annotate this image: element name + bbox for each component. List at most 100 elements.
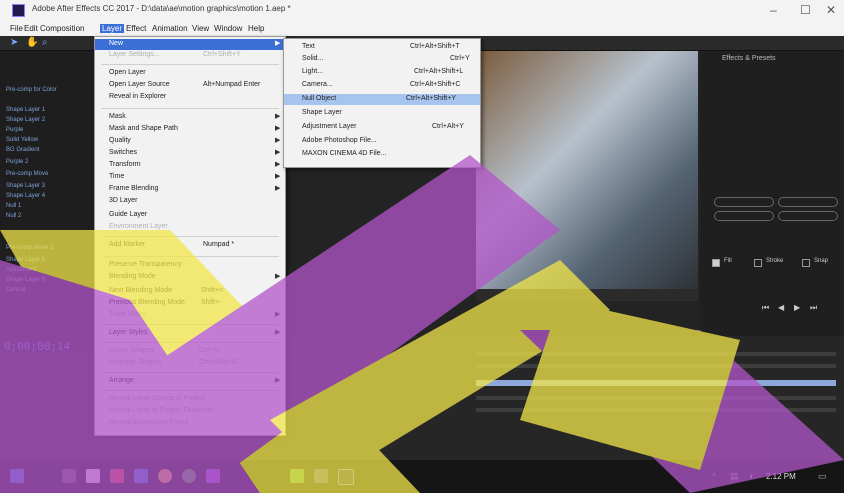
menu-item-mask-and-shape-path[interactable]: Mask and Shape Path ▶ [95, 124, 285, 135]
menu-item-new-light[interactable]: Light... Ctrl+Alt+Shift+L [284, 67, 480, 78]
menu-view[interactable]: View [190, 24, 211, 33]
minimize-button[interactable]: – [770, 3, 777, 17]
menu-window[interactable]: Window [212, 24, 244, 33]
menu-item-previous-blending-mode[interactable]: Previous Blending Mode Shift+- [95, 298, 285, 309]
menu-help[interactable]: Help [246, 24, 266, 33]
snap-checkbox[interactable] [802, 259, 810, 267]
menu-item-layer-styles[interactable]: Layer Styles ▶ [95, 328, 285, 339]
list-item[interactable]: Shape Layer 5 [6, 257, 45, 263]
menu-item-guide-layer[interactable]: Guide Layer [95, 210, 285, 221]
menu-item-new-solid[interactable]: Solid... Ctrl+Y [284, 54, 480, 65]
menu-item-new-adjustment-layer[interactable]: Adjustment Layer Ctrl+Alt+Y [284, 122, 480, 133]
file-explorer-icon[interactable] [86, 469, 100, 483]
work-area-bar[interactable] [476, 380, 836, 386]
timeline-track[interactable] [476, 352, 836, 356]
skip-back-icon[interactable]: ⏮ [762, 303, 769, 313]
timeline-track[interactable] [476, 364, 836, 368]
chrome-icon[interactable] [158, 469, 172, 483]
menu-layer[interactable]: Layer [100, 24, 125, 33]
list-item[interactable]: Shape Layer 3 [6, 183, 45, 189]
premiere-icon[interactable] [206, 469, 220, 483]
windows-start-icon[interactable] [10, 469, 24, 483]
taskbar-clock[interactable]: 2:12 PM [766, 472, 796, 481]
menu-item-arrange[interactable]: Arrange ▶ [95, 376, 285, 387]
menu-item-reveal-layer-source[interactable]: Reveal Layer Source in Project [95, 394, 285, 405]
timeline-track[interactable] [476, 408, 836, 412]
zoom-tool-icon[interactable]: ⌕ [42, 37, 48, 48]
menu-animation[interactable]: Animation [150, 24, 190, 33]
volume-icon[interactable]: ◖ [748, 471, 753, 481]
menu-item-mask[interactable]: Mask ▶ [95, 112, 285, 123]
menu-item-add-marker[interactable]: Add Marker Numpad * [95, 240, 285, 251]
preset-pill[interactable] [714, 197, 774, 207]
preset-pill[interactable] [778, 197, 838, 207]
list-item[interactable]: Pre-comp for Color [6, 87, 57, 93]
list-item[interactable]: Shape Layer 4 [6, 193, 45, 199]
list-item[interactable]: Pre-comp Move 2 [6, 245, 53, 251]
menu-item-new-shape-layer[interactable]: Shape Layer [284, 108, 480, 119]
menu-item-blending-mode[interactable]: Blending Mode ▶ [95, 272, 285, 283]
step-back-icon[interactable]: ◀ [778, 303, 784, 312]
list-item[interactable]: Null 1 [6, 203, 21, 209]
app-icon[interactable] [314, 469, 328, 483]
menu-item-reveal-expression-errors[interactable]: Reveal Expression Errors [95, 418, 285, 429]
chevron-up-icon[interactable]: ^ [712, 471, 716, 481]
menu-item-3d-layer[interactable]: 3D Layer [95, 196, 285, 207]
play-icon[interactable]: ▶ [794, 303, 800, 312]
hand-tool-icon[interactable]: ✋ [26, 37, 38, 48]
menu-item-environment-layer[interactable]: Environment Layer [95, 222, 285, 233]
menu-item-open-layer-source[interactable]: Open Layer Source Alt+Numpad Enter [95, 80, 285, 91]
preset-pill[interactable] [714, 211, 774, 221]
list-item[interactable]: Purple 2 [6, 159, 28, 165]
menu-composition[interactable]: Composition [38, 24, 86, 33]
menu-item-open-layer[interactable]: Open Layer [95, 68, 285, 79]
menu-item-reveal-layer-flowchart[interactable]: Reveal Layer in Project Flowchart [95, 406, 285, 417]
menu-item-next-blending-mode[interactable]: Next Blending Mode Shift+= [95, 286, 285, 297]
list-item[interactable]: Adjustment [6, 267, 36, 273]
menu-item-time[interactable]: Time ▶ [95, 172, 285, 183]
office-icon[interactable] [110, 469, 124, 483]
menu-item-switches[interactable]: Switches ▶ [95, 148, 285, 159]
menu-item-quality[interactable]: Quality ▶ [95, 136, 285, 147]
menu-item-new[interactable]: New ▶ [95, 39, 285, 50]
menu-item-layer-settings[interactable]: Layer Settings... Ctrl+Shift+Y [95, 50, 285, 61]
selection-tool-icon[interactable]: ➤ [10, 37, 18, 48]
stroke-checkbox[interactable] [754, 259, 762, 267]
composition-viewer[interactable] [476, 51, 698, 301]
list-item[interactable]: Purple [6, 127, 23, 133]
list-item[interactable]: Pre-comp Move [6, 171, 48, 177]
menu-item-new-cinema4d-file[interactable]: MAXON CINEMA 4D File... [284, 149, 480, 160]
menu-item-ungroup-shapes[interactable]: Ungroup Shapes Ctrl+Shift+G [95, 358, 285, 369]
spotify-icon[interactable] [290, 469, 304, 483]
store-icon[interactable] [134, 469, 148, 483]
skip-forward-icon[interactable]: ⏭ [810, 303, 817, 313]
menu-item-frame-blending[interactable]: Frame Blending ▶ [95, 184, 285, 195]
task-view-icon[interactable] [62, 469, 76, 483]
list-item[interactable]: Null 2 [6, 213, 21, 219]
timeline-track[interactable] [476, 396, 836, 400]
browser-icon[interactable] [182, 469, 196, 483]
list-item[interactable]: BG Gradient [6, 147, 39, 153]
network-icon[interactable]: ▤ [730, 471, 739, 482]
menu-item-new-null-object[interactable]: Null Object Ctrl+Alt+Shift+Y [284, 94, 480, 105]
list-item[interactable]: Shape Layer 6 [6, 277, 45, 283]
fill-checkbox[interactable] [712, 259, 720, 267]
notifications-icon[interactable]: ▭ [818, 471, 827, 482]
list-item[interactable]: Shape Layer 1 [6, 107, 45, 113]
timecode-display[interactable]: 0;00;00;14 [4, 340, 70, 353]
close-button[interactable]: ✕ [826, 3, 836, 17]
after-effects-taskbar-icon[interactable] [338, 469, 354, 485]
list-item[interactable]: Shape Layer 2 [6, 117, 45, 123]
menu-effect[interactable]: Effect [124, 24, 148, 33]
list-item[interactable]: Control [6, 287, 25, 293]
maximize-button[interactable]: ☐ [800, 3, 811, 17]
preset-pill[interactable] [778, 211, 838, 221]
menu-item-new-text[interactable]: Text Ctrl+Alt+Shift+T [284, 42, 480, 53]
menu-item-reveal-in-explorer[interactable]: Reveal in Explorer [95, 92, 285, 103]
menu-item-group-shapes[interactable]: Group Shapes Ctrl+G [95, 346, 285, 357]
menu-item-track-matte[interactable]: Track Matte ▶ [95, 310, 285, 321]
menu-item-preserve-transparency[interactable]: Preserve Transparency [95, 260, 285, 271]
menu-item-new-camera[interactable]: Camera... Ctrl+Alt+Shift+C [284, 80, 480, 91]
menu-item-transform[interactable]: Transform ▶ [95, 160, 285, 171]
menu-item-new-photoshop-file[interactable]: Adobe Photoshop File... [284, 136, 480, 147]
